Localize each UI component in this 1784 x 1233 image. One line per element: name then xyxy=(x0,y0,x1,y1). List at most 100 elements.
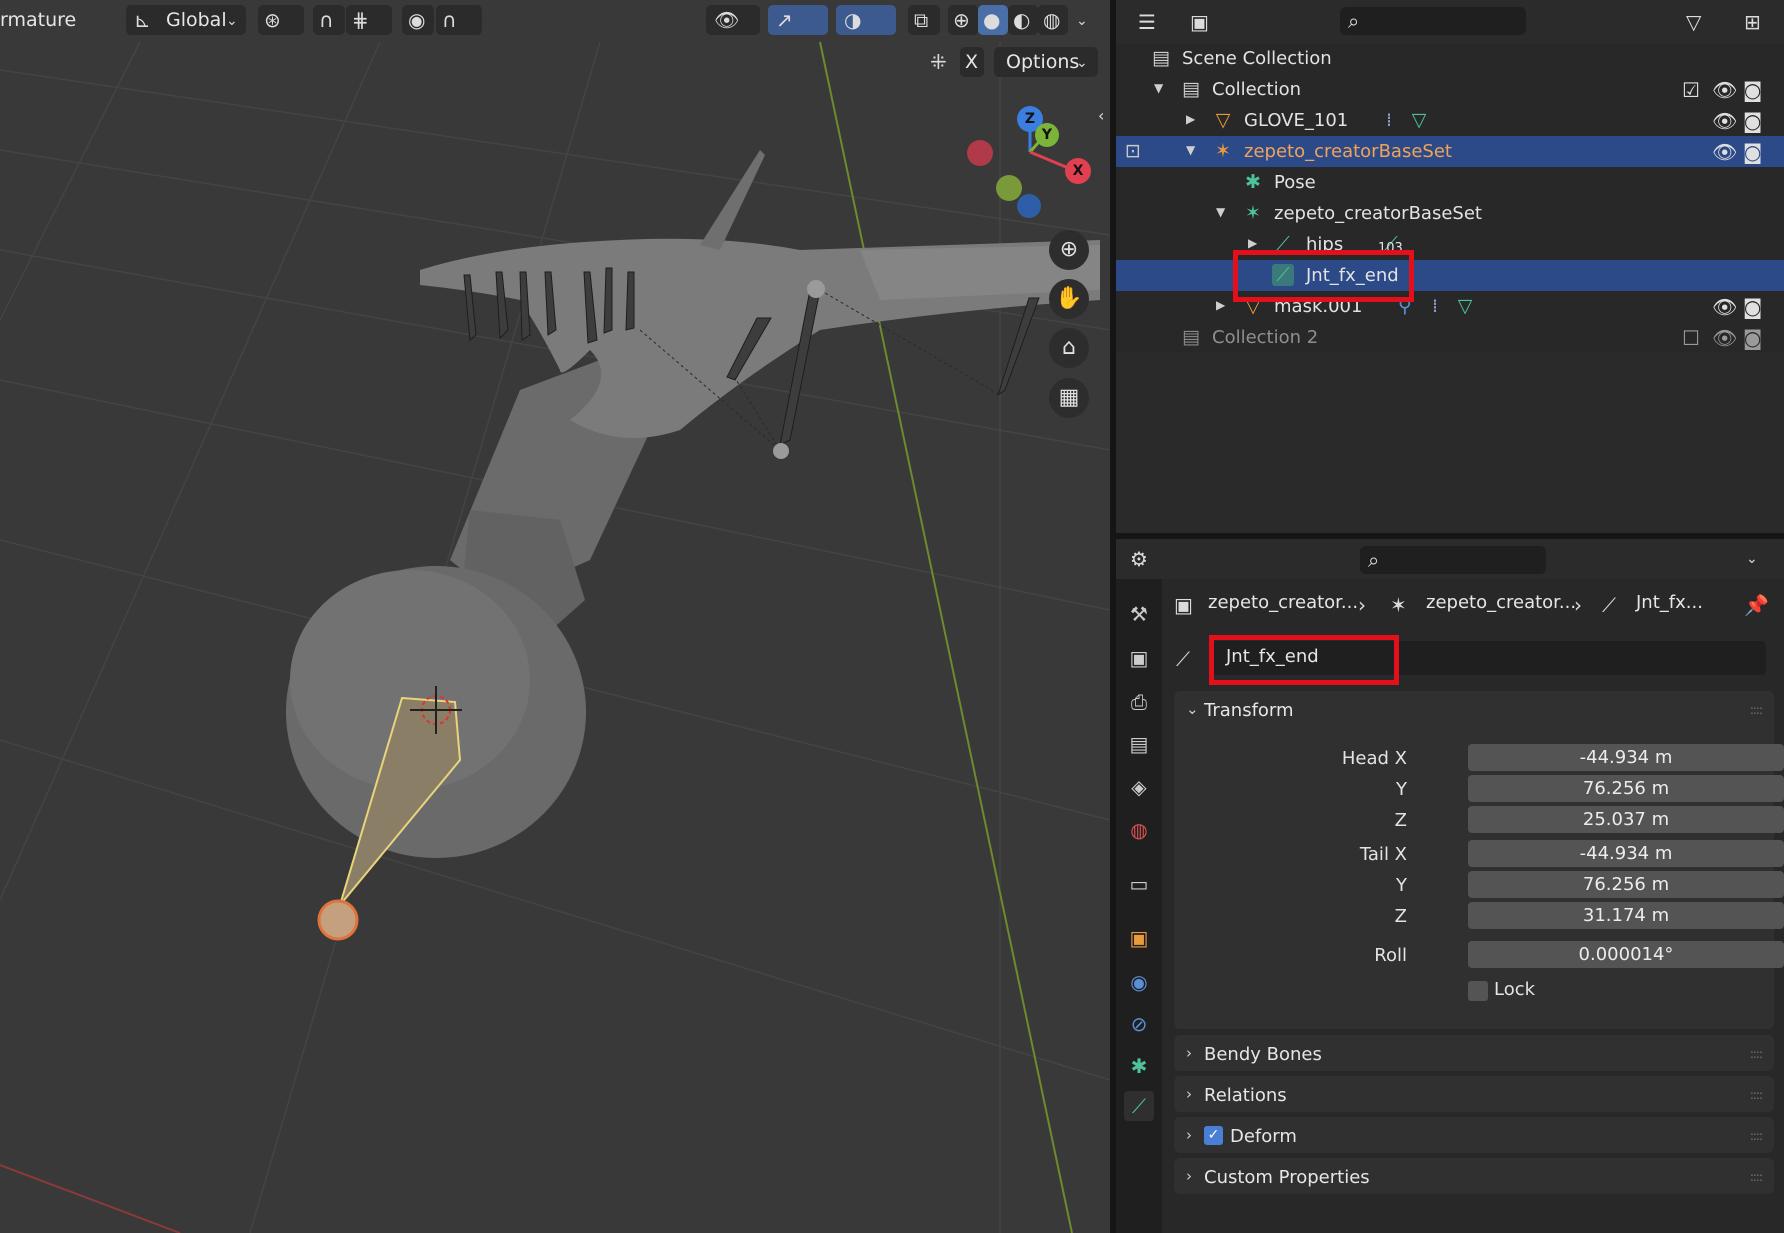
lock-checkbox[interactable] xyxy=(1468,981,1488,1001)
viewport-scene[interactable] xyxy=(0,0,1110,1233)
filter-icon[interactable]: ▽ xyxy=(1686,12,1701,32)
outliner-row-collection-2[interactable]: ▤ Collection 2 ☐ 👁 ◙ xyxy=(1116,322,1784,353)
tool-tab-icon[interactable]: ⚒ xyxy=(1124,599,1154,629)
outliner-row-glove[interactable]: ▶ ▽ GLOVE_101 ⁞ ▽ 👁 ◙ xyxy=(1116,105,1784,136)
gizmo-neg-x[interactable] xyxy=(967,140,993,166)
head-x-field[interactable]: -44.934 m xyxy=(1468,744,1784,771)
camera-icon[interactable]: ◙ xyxy=(1743,295,1762,319)
bendy-bones-panel[interactable]: › Bendy Bones :::: xyxy=(1174,1035,1774,1071)
physics-tab-icon[interactable]: ◉ xyxy=(1124,967,1154,997)
outliner-row-jnt-fx-end[interactable]: ⟋ Jnt_fx_end xyxy=(1116,260,1784,291)
eye-icon[interactable]: 👁 xyxy=(1712,78,1737,102)
collapse-triangle-icon[interactable]: ▼ xyxy=(1186,143,1195,157)
gizmo-x-axis[interactable]: X xyxy=(1065,158,1091,184)
outliner-row-collection[interactable]: ▼ ▤ Collection ☑ 👁 ◙ xyxy=(1116,74,1784,105)
collapse-triangle-icon[interactable]: ▼ xyxy=(1154,81,1163,95)
chevron-down-icon[interactable]: ⌄ xyxy=(1186,700,1199,718)
3d-viewport[interactable]: Z Y X ⊕ ✋ ⌂ ▦ ‹ rmature ⊾ Global ⌄ ⊛ ∩ ⋕… xyxy=(0,0,1110,1233)
pin-icon[interactable]: 📌 xyxy=(1744,595,1769,615)
shading-wireframe[interactable]: ⊕ xyxy=(948,5,978,35)
drag-handle-icon[interactable]: :::: xyxy=(1750,1088,1763,1102)
pivot-dropdown[interactable]: ⊛ xyxy=(258,5,304,35)
head-z-field[interactable]: 25.037 m xyxy=(1468,806,1784,833)
constraints-tab-icon[interactable]: ⊘ xyxy=(1124,1009,1154,1039)
expand-triangle-icon[interactable]: ▶ xyxy=(1216,298,1225,312)
output-tab-icon[interactable]: ⎙ xyxy=(1124,687,1154,717)
camera-icon[interactable]: ◙ xyxy=(1743,78,1762,102)
chevron-down-icon[interactable]: ⌄ xyxy=(1746,549,1758,569)
tail-z-field[interactable]: 31.174 m xyxy=(1468,902,1784,929)
expand-triangle-icon[interactable]: ▶ xyxy=(1248,236,1257,250)
snap-target-dropdown[interactable]: ⋕ xyxy=(346,5,392,35)
snap-toggle[interactable]: ∩ xyxy=(313,5,345,35)
tail-y-field[interactable]: 76.256 m xyxy=(1468,871,1784,898)
outliner-row-armature[interactable]: ⊡ ▼ ✶ zepeto_creatorBaseSet 👁 ◙ xyxy=(1116,136,1784,167)
head-y-field[interactable]: 76.256 m xyxy=(1468,775,1784,802)
collection-tab-icon[interactable]: ▭ xyxy=(1124,869,1154,899)
gizmo-toggle[interactable]: ↗ xyxy=(768,5,828,35)
proportional-edit-toggle[interactable]: ◉ xyxy=(402,5,434,35)
mode-label[interactable]: rmature xyxy=(0,9,76,31)
zoom-icon[interactable]: ⊕ xyxy=(1049,230,1089,270)
expand-triangle-icon[interactable]: ▶ xyxy=(1186,112,1195,126)
outliner-search-input[interactable]: ⌕ xyxy=(1340,7,1526,35)
deform-checkbox[interactable]: ✓ xyxy=(1204,1126,1223,1145)
render-tab-icon[interactable]: ▣ xyxy=(1124,643,1154,673)
checkbox-checked-icon[interactable]: ☑ xyxy=(1682,78,1700,102)
deform-panel[interactable]: › ✓ Deform :::: xyxy=(1174,1117,1774,1153)
camera-icon[interactable]: ◙ xyxy=(1743,109,1762,133)
shading-solid[interactable]: ● xyxy=(978,5,1008,35)
checkbox-unchecked-icon[interactable]: ☐ xyxy=(1682,326,1700,350)
display-mode-icon[interactable]: ▣ xyxy=(1190,12,1209,32)
view-layer-tab-icon[interactable]: ▤ xyxy=(1124,729,1154,759)
object-tab-icon[interactable]: ▣ xyxy=(1124,923,1154,953)
world-tab-icon[interactable]: ◍ xyxy=(1124,815,1154,845)
outliner-row-pose[interactable]: ✱ Pose xyxy=(1116,167,1784,198)
gizmo-neg-z[interactable] xyxy=(1017,194,1041,218)
eye-icon[interactable]: 👁 xyxy=(1712,109,1737,133)
drag-handle-icon[interactable]: :::: xyxy=(1750,1047,1763,1061)
outliner-row-scene-collection[interactable]: ▤ Scene Collection xyxy=(1116,43,1784,74)
custom-properties-panel[interactable]: › Custom Properties :::: xyxy=(1174,1158,1774,1194)
outliner-row-hips[interactable]: ▶ ⟋ hips ⟋ 103 xyxy=(1116,229,1784,260)
orientation-dropdown[interactable]: ⊾ Global ⌄ xyxy=(126,5,246,35)
gizmo-y-axis[interactable]: Y xyxy=(1035,123,1059,147)
drag-handle-icon[interactable]: :::: xyxy=(1750,1129,1763,1143)
drag-handle-icon[interactable]: :::: xyxy=(1750,703,1763,717)
visibility-dropdown[interactable]: 👁 xyxy=(706,5,760,35)
gizmo-neg-y[interactable] xyxy=(996,175,1022,201)
outliner-row-mask[interactable]: ▶ ▽ mask.001 ⚲ ⁞ ▽ 👁 ◙ xyxy=(1116,291,1784,322)
xray-toggle[interactable]: ⧉ xyxy=(908,5,940,35)
collapse-triangle-icon[interactable]: ▼ xyxy=(1216,205,1225,219)
bone-selection-icon[interactable]: ⁜ xyxy=(930,52,947,72)
new-collection-icon[interactable]: ⊞ xyxy=(1744,12,1761,32)
pan-hand-icon[interactable]: ✋ xyxy=(1049,279,1089,319)
shading-rendered[interactable]: ◍ xyxy=(1038,5,1068,35)
x-mirror-toggle[interactable]: X xyxy=(960,47,984,77)
eye-icon[interactable]: 👁 xyxy=(1712,326,1737,350)
pose-mode-icon[interactable]: ⊡ xyxy=(1122,140,1144,162)
falloff-dropdown[interactable]: ∩ xyxy=(436,5,482,35)
editor-type-icon[interactable]: ☰ xyxy=(1138,12,1156,32)
scene-tab-icon[interactable]: ◈ xyxy=(1124,772,1154,802)
perspective-grid-icon[interactable]: ▦ xyxy=(1049,378,1089,418)
roll-field[interactable]: 0.000014° xyxy=(1468,941,1784,968)
bone-tab-icon[interactable]: ⟋ xyxy=(1124,1091,1154,1121)
collapse-arrow-icon[interactable]: ‹ xyxy=(1098,106,1104,126)
tail-x-field[interactable]: -44.934 m xyxy=(1468,840,1784,867)
camera-icon[interactable]: ◙ xyxy=(1743,326,1762,350)
overlay-toggle[interactable]: ◑ xyxy=(836,5,896,35)
outliner-row-armature-data[interactable]: ▼ ✶ zepeto_creatorBaseSet xyxy=(1116,198,1784,229)
armature-data-tab-icon[interactable]: ✱ xyxy=(1124,1051,1154,1081)
shading-material[interactable]: ◐ xyxy=(1008,5,1038,35)
eye-icon[interactable]: 👁 xyxy=(1712,140,1737,164)
eye-icon[interactable]: 👁 xyxy=(1712,295,1737,319)
camera-view-icon[interactable]: ⌂ xyxy=(1049,328,1089,368)
drag-handle-icon[interactable]: :::: xyxy=(1750,1170,1763,1184)
panel-title[interactable]: Transform xyxy=(1204,700,1294,721)
properties-search-input[interactable]: ⌕ xyxy=(1360,546,1546,574)
shading-dropdown-icon[interactable]: ⌄ xyxy=(1076,11,1088,31)
editor-type-icon[interactable]: ⚙ xyxy=(1130,549,1148,569)
options-dropdown[interactable]: Options ⌄ xyxy=(994,47,1098,77)
camera-icon[interactable]: ◙ xyxy=(1743,140,1762,164)
